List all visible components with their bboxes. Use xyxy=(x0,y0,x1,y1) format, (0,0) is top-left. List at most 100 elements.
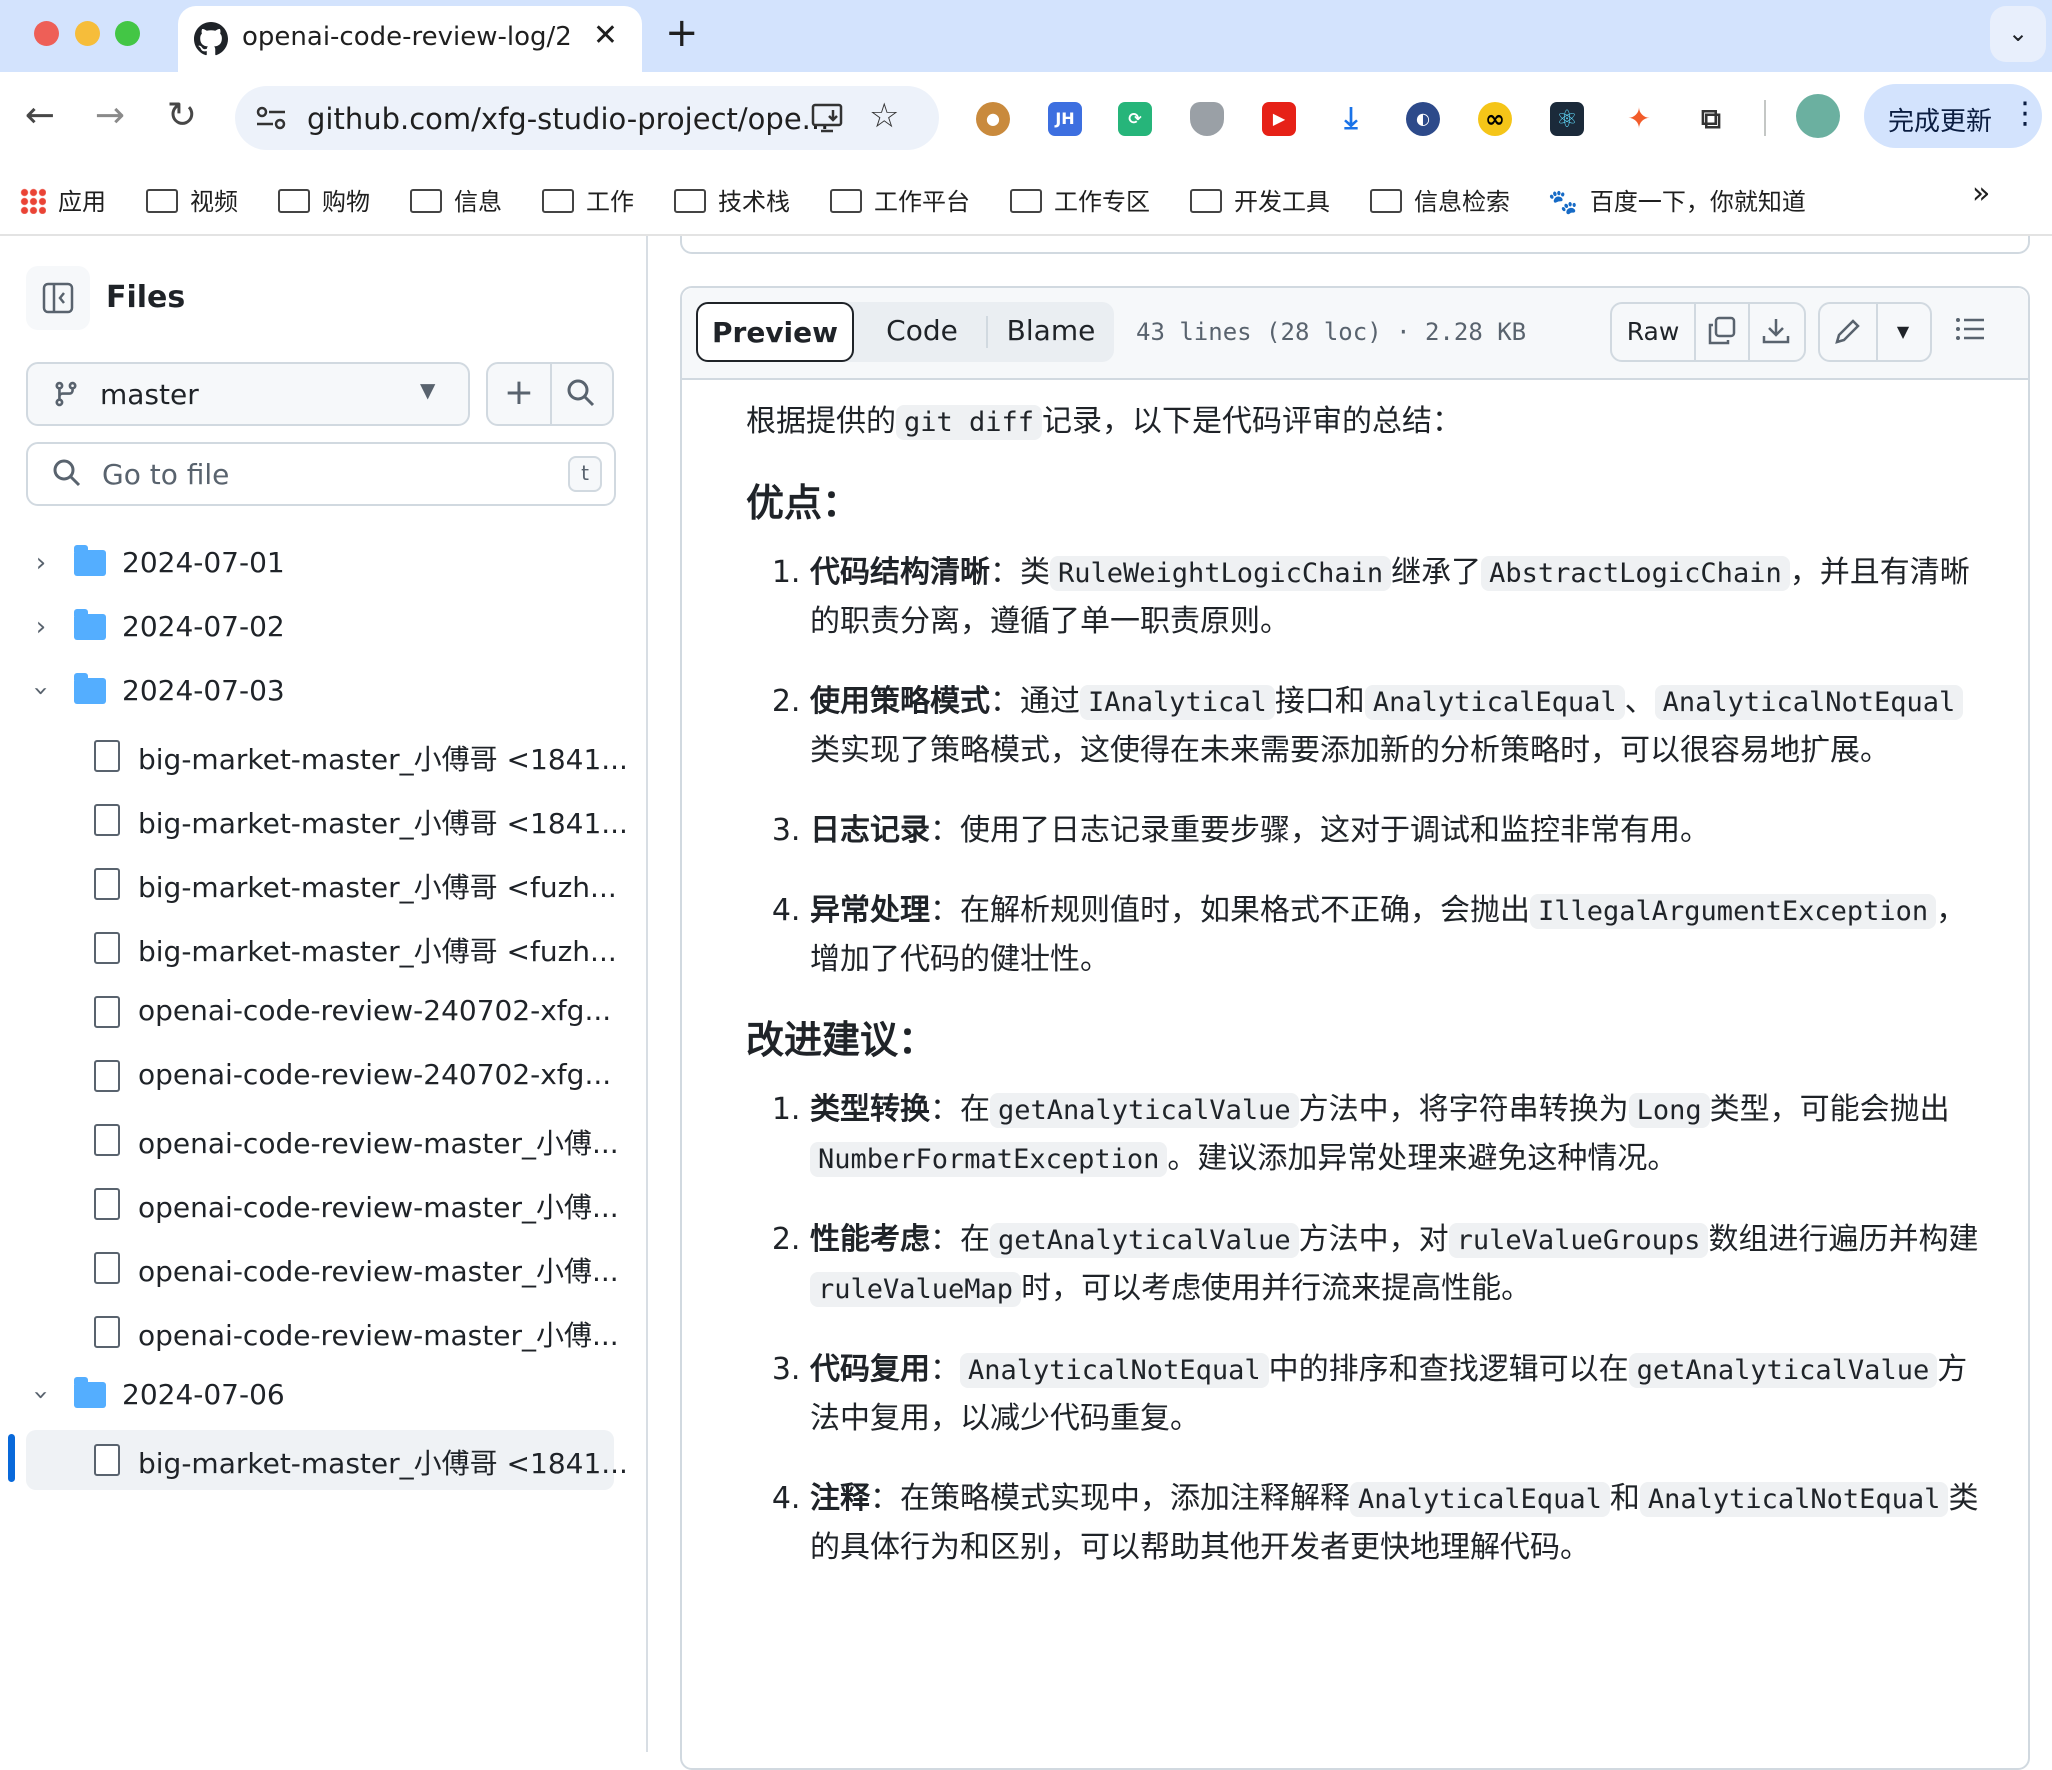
bookmarks-bar: 应用 视频 购物 信息 工作 技术栈 工作平台 工作专区 开发工具 信息检索 🐾… xyxy=(0,164,2052,236)
tree-file[interactable]: big-market-master_小傅哥 <1841... xyxy=(26,726,628,786)
bookmark-folder-video[interactable]: 视频 xyxy=(146,182,238,217)
close-window-button[interactable] xyxy=(34,21,59,46)
bookmark-star-icon[interactable]: ☆ xyxy=(869,96,899,136)
download-icon[interactable]: ⤓ xyxy=(1334,102,1368,136)
tree-file[interactable]: big-market-master_小傅哥 <1841... xyxy=(26,790,628,850)
tree-folder-2024-07-01[interactable]: › 2024-07-01 xyxy=(26,534,614,594)
edit-actions-group: ▼ xyxy=(1818,302,1932,362)
raw-button[interactable]: Raw xyxy=(1612,304,1694,360)
bookmark-folder-info[interactable]: 信息 xyxy=(410,182,502,217)
update-button[interactable]: 完成更新 ⋮ xyxy=(1864,84,2042,148)
add-file-button[interactable]: + xyxy=(488,364,550,424)
back-button[interactable]: ← xyxy=(18,94,62,138)
file-header: Preview Code Blame 43 lines (28 loc) · 2… xyxy=(682,288,2028,380)
item-title: 注释 xyxy=(810,1481,870,1516)
jh-icon[interactable]: JH xyxy=(1048,102,1082,136)
globe-icon[interactable]: ◐ xyxy=(1406,102,1440,136)
tree-file[interactable]: openai-code-review-240702-xfg... xyxy=(26,1046,614,1106)
puzzle-icon[interactable]: ⧉ xyxy=(1694,102,1728,136)
bookmark-folder-shopping[interactable]: 购物 xyxy=(278,182,370,217)
bookmarks-overflow-icon[interactable]: » xyxy=(1972,176,1990,211)
search-icon[interactable] xyxy=(566,378,596,408)
tab-code[interactable]: Code xyxy=(858,302,986,362)
bookmark-folder-dev-tools[interactable]: 开发工具 xyxy=(1190,182,1330,217)
edit-options-button[interactable]: ▼ xyxy=(1878,304,1928,360)
main-content: Preview Code Blame 43 lines (28 loc) · 2… xyxy=(648,236,2052,1770)
tree-file[interactable]: big-market-master_小傅哥 <fuzh... xyxy=(26,918,617,978)
inline-code: IAnalytical xyxy=(1080,685,1275,720)
text: 类型，可能会抛出 xyxy=(1709,1092,1950,1127)
edit-file-button[interactable] xyxy=(1820,304,1876,360)
tree-file[interactable]: openai-code-review-master_小傅... xyxy=(26,1110,619,1170)
copy-raw-button[interactable] xyxy=(1696,304,1748,360)
pros-list: 代码结构清晰：类RuleWeightLogicChain继承了AbstractL… xyxy=(746,549,1982,984)
outline-button[interactable] xyxy=(1942,302,1998,358)
tree-folder-2024-07-02[interactable]: › 2024-07-02 xyxy=(26,598,614,658)
file-icon xyxy=(94,1252,120,1284)
go-to-file-placeholder: Go to file xyxy=(102,458,230,491)
list-item: 代码结构清晰：类RuleWeightLogicChain继承了AbstractL… xyxy=(810,549,1982,646)
tree-file[interactable]: openai-code-review-master_小傅... xyxy=(26,1174,619,1234)
cookie-icon[interactable]: ● xyxy=(976,102,1010,136)
tab-preview[interactable]: Preview xyxy=(696,302,854,362)
infinity-icon[interactable]: ∞ xyxy=(1478,102,1512,136)
tree-item-label: openai-code-review-240702-xfg... xyxy=(138,994,612,1027)
item-title: 代码结构清晰 xyxy=(810,555,990,590)
tree-file-active[interactable]: big-market-master_小傅哥 <1841... xyxy=(26,1430,628,1490)
tree-folder-2024-07-06[interactable]: › 2024-07-06 xyxy=(26,1366,614,1426)
tab-search-button[interactable]: ⌄ xyxy=(1990,6,2046,62)
address-bar[interactable]: github.com/xfg-studio-project/ope... ☆ xyxy=(235,86,939,150)
search-icon xyxy=(53,459,81,487)
maximize-window-button[interactable] xyxy=(115,21,140,46)
browser-tab[interactable]: openai-code-review-log/2024 ✕ xyxy=(178,6,642,72)
bookmark-baidu[interactable]: 🐾 百度一下，你就知道 xyxy=(1548,182,1806,217)
improvements-list: 类型转换：在getAnalyticalValue方法中，将字符串转换为Long类… xyxy=(746,1086,1982,1572)
youtube-icon[interactable]: ▶ xyxy=(1262,102,1296,136)
tree-item-label: openai-code-review-master_小傅... xyxy=(138,1191,619,1224)
keyboard-shortcut-hint: t xyxy=(568,456,602,492)
text: ： xyxy=(930,1352,960,1387)
spark-icon[interactable]: ✦ xyxy=(1622,102,1656,136)
tree-item-label: 2024-07-01 xyxy=(122,546,285,579)
tab-close-icon[interactable]: ✕ xyxy=(593,18,618,53)
text: ：在策略模式实现中，添加注释解释 xyxy=(870,1481,1350,1516)
bookmark-folder-search[interactable]: 信息检索 xyxy=(1370,182,1510,217)
tree-file[interactable]: openai-code-review-master_小傅... xyxy=(26,1302,619,1362)
bookmark-folder-work[interactable]: 工作 xyxy=(542,182,634,217)
chevron-down-icon: › xyxy=(26,1389,56,1401)
bookmark-folder-techstack[interactable]: 技术栈 xyxy=(674,182,790,217)
tree-file[interactable]: openai-code-review-master_小傅... xyxy=(26,1238,619,1298)
install-app-icon[interactable] xyxy=(811,102,847,134)
text: 根据提供的 xyxy=(746,404,896,439)
go-to-file-input[interactable]: Go to file t xyxy=(26,442,616,506)
tree-item-label: openai-code-review-240702-xfg... xyxy=(138,1058,612,1091)
reload-button[interactable]: ↻ xyxy=(160,94,204,138)
github-icon xyxy=(194,22,228,56)
item-title: 类型转换 xyxy=(810,1092,930,1127)
file-icon xyxy=(94,1188,120,1220)
bookmark-apps[interactable]: 应用 xyxy=(20,182,106,217)
inline-code: AnalyticalNotEqual xyxy=(960,1353,1269,1388)
inline-code: Long xyxy=(1628,1093,1710,1128)
bookmark-folder-work-platform[interactable]: 工作平台 xyxy=(830,182,970,217)
view-mode-tabs: Preview Code Blame xyxy=(696,302,1114,362)
tree-file[interactable]: big-market-master_小傅哥 <fuzh... xyxy=(26,854,617,914)
bookmark-folder-work-zone[interactable]: 工作专区 xyxy=(1010,182,1150,217)
text: ：通过 xyxy=(990,684,1080,719)
tab-blame[interactable]: Blame xyxy=(988,302,1114,362)
react-icon[interactable]: ⚛ xyxy=(1550,102,1584,136)
download-raw-button[interactable] xyxy=(1750,304,1802,360)
tree-file[interactable]: openai-code-review-240702-xfg... xyxy=(26,982,614,1042)
chevron-right-icon: › xyxy=(35,612,47,642)
minimize-window-button[interactable] xyxy=(75,21,100,46)
collapse-sidebar-button[interactable] xyxy=(26,266,90,330)
shield-icon[interactable] xyxy=(1190,102,1224,136)
branch-selector[interactable]: master ▼ xyxy=(26,362,470,426)
avatar[interactable] xyxy=(1796,94,1840,138)
forward-button[interactable]: → xyxy=(88,94,132,138)
tree-folder-2024-07-03[interactable]: › 2024-07-03 xyxy=(26,662,614,722)
baidu-paw-icon: 🐾 xyxy=(1548,188,1578,216)
refresh-icon[interactable]: ⟳ xyxy=(1118,102,1152,136)
new-tab-button[interactable]: + xyxy=(665,10,699,56)
site-settings-icon[interactable] xyxy=(255,104,287,132)
